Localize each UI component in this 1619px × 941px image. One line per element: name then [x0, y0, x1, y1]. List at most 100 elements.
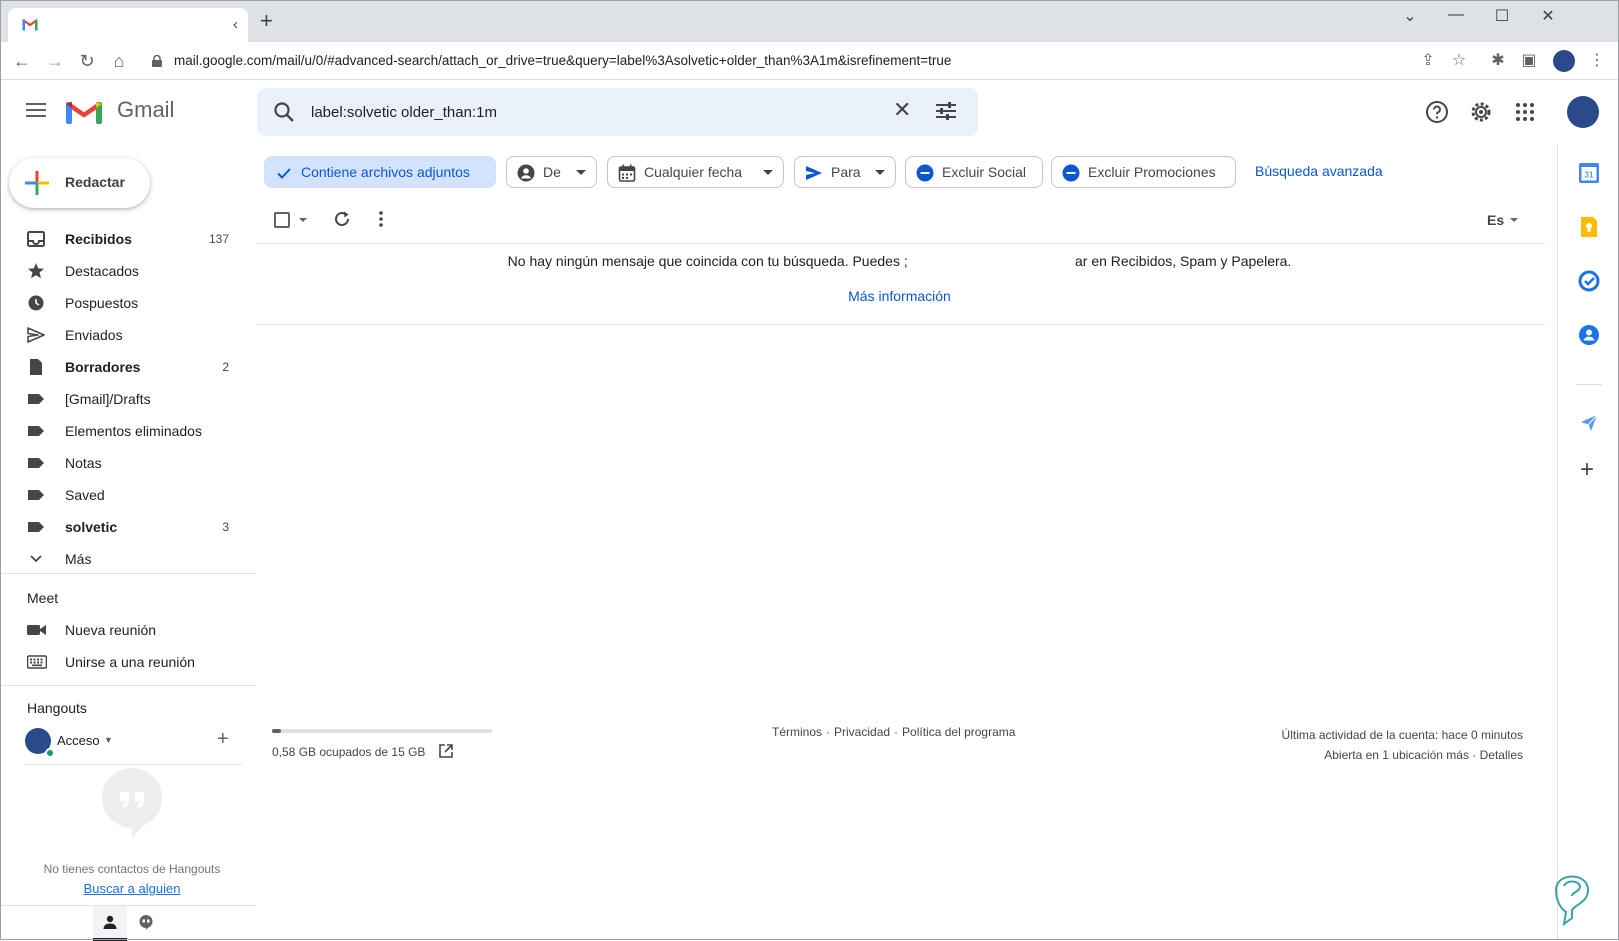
new-tab-button[interactable]: + [260, 10, 273, 32]
compose-button[interactable]: Redactar [9, 158, 150, 208]
extensions-icon[interactable]: ✱ [1487, 51, 1509, 71]
sidebar-item-borradores[interactable]: Borradores 2 [0, 351, 256, 383]
keep-app-icon[interactable] [1578, 216, 1600, 238]
chip-to[interactable]: Para [794, 156, 896, 188]
select-options-caret-icon[interactable] [299, 218, 307, 222]
browser-tab-gmail[interactable]: ‹ [8, 8, 248, 42]
share-icon[interactable]: ⇪ [1417, 51, 1439, 71]
separator: · [894, 725, 899, 739]
conversations-tab[interactable] [129, 906, 163, 941]
clear-search-icon[interactable]: ✕ [893, 97, 911, 123]
send-addon-icon[interactable] [1578, 412, 1600, 434]
inbox-icon [27, 231, 45, 247]
toolbar-divider [257, 243, 1545, 244]
join-meeting-label: Unirse a una reunión [65, 654, 195, 670]
join-meeting-button[interactable]: Unirse a una reunión [0, 646, 256, 678]
svg-text:31: 31 [1585, 171, 1594, 180]
bookmark-star-icon[interactable]: ☆ [1448, 51, 1470, 71]
sidebar-item-gmail-drafts[interactable]: [Gmail]/Drafts [0, 383, 256, 415]
sidebar-item-enviados[interactable]: Enviados [0, 319, 256, 351]
chip-exclude-promotions[interactable]: Excluir Promociones [1051, 156, 1236, 188]
new-conversation-plus-icon[interactable]: + [217, 728, 229, 751]
program-policy-link[interactable]: Política del programa [902, 725, 1015, 739]
sidebar-item-elementos-eliminados[interactable]: Elementos eliminados [0, 415, 256, 447]
main-menu-icon[interactable] [26, 103, 46, 117]
send-icon [806, 166, 822, 180]
minimize-icon[interactable]: — [1433, 6, 1479, 24]
advanced-search-link[interactable]: Búsqueda avanzada [1255, 163, 1383, 179]
account-avatar[interactable] [1567, 96, 1599, 128]
sidebar-item-mas[interactable]: Más [0, 543, 256, 575]
dropdown-caret-icon [875, 170, 885, 175]
chip-exclude-social[interactable]: Excluir Social [905, 156, 1043, 188]
contacts-app-icon[interactable] [1578, 324, 1600, 346]
more-info-link[interactable]: Más información [257, 288, 1542, 304]
sidebar-item-label: Recibidos [65, 231, 132, 247]
help-icon[interactable] [1425, 100, 1449, 124]
back-arrow-icon[interactable]: ← [10, 50, 34, 72]
sidebar-item-label: Borradores [65, 359, 141, 375]
address-bar[interactable]: mail.google.com/mail/u/0/#advanced-searc… [174, 53, 951, 68]
sidebar-item-destacados[interactable]: Destacados [0, 255, 256, 287]
clock-icon [28, 295, 44, 311]
reload-icon[interactable]: ↻ [75, 50, 99, 72]
side-panel-icon[interactable]: ▣ [1518, 51, 1540, 71]
chip-label: Excluir Social [942, 164, 1027, 180]
input-language-selector[interactable]: Es [1487, 212, 1504, 228]
search-input[interactable] [311, 100, 871, 124]
add-addons-plus-icon[interactable]: + [1580, 456, 1594, 484]
hangouts-empty-text: No tienes contactos de Hangouts [43, 862, 221, 876]
find-someone-link[interactable]: Buscar a alguien [0, 881, 264, 896]
browser-menu-icon[interactable]: ⋮ [1586, 51, 1608, 71]
sidebar-item-label: Destacados [65, 263, 139, 279]
sidebar-divider [0, 685, 256, 686]
dropdown-caret-icon [576, 170, 586, 175]
external-link-icon[interactable] [439, 744, 453, 758]
more-options-icon[interactable] [378, 210, 384, 228]
hangouts-user-name[interactable]: Acceso [57, 733, 100, 748]
sidebar-item-saved[interactable]: Saved [0, 479, 256, 511]
apps-grid-icon[interactable] [1513, 100, 1537, 124]
sidebar-item-pospuestos[interactable]: Pospuestos [0, 287, 256, 319]
minus-circle-icon [1062, 164, 1080, 182]
close-window-icon[interactable]: ✕ [1525, 6, 1571, 26]
new-meeting-button[interactable]: Nueva reunión [0, 614, 256, 646]
label-icon [28, 394, 44, 404]
compose-label: Redactar [65, 174, 125, 190]
tab-scroll-left-icon[interactable]: ‹ [233, 16, 238, 33]
lock-icon[interactable] [152, 55, 162, 67]
chip-any-date[interactable]: Cualquier fecha [607, 156, 784, 188]
chip-from[interactable]: De [506, 156, 597, 188]
terms-link[interactable]: Términos [772, 725, 822, 739]
refresh-icon[interactable] [333, 210, 351, 228]
settings-gear-icon[interactable] [1469, 100, 1493, 124]
chip-has-attachments[interactable]: Contiene archivos adjuntos [264, 156, 496, 188]
keyboard-icon [27, 655, 47, 669]
browser-profile-avatar[interactable] [1553, 50, 1575, 72]
tab-search-icon[interactable]: ⌄ [1387, 6, 1433, 26]
maximize-icon[interactable]: ☐ [1479, 6, 1525, 26]
search-icon[interactable] [273, 101, 295, 123]
contacts-tab[interactable] [93, 906, 127, 941]
chip-label: Contiene archivos adjuntos [301, 164, 470, 180]
select-all-checkbox[interactable] [274, 212, 290, 228]
chevron-down-icon [30, 555, 42, 563]
search-bar: ✕ [257, 88, 978, 136]
tasks-app-icon[interactable] [1578, 270, 1600, 292]
language-caret-icon[interactable] [1510, 218, 1518, 222]
home-icon[interactable]: ⌂ [107, 50, 131, 72]
activity-details-link[interactable]: Abierta en 1 ubicación más · Detalles [1282, 745, 1523, 765]
sidebar-item-recibidos[interactable]: Recibidos 137 [0, 223, 256, 255]
forward-arrow-icon[interactable]: → [43, 50, 67, 72]
hangouts-quote-bubble-icon [102, 768, 162, 838]
sidebar-item-notas[interactable]: Notas [0, 447, 256, 479]
storage-usage-bar [272, 729, 492, 733]
search-options-icon[interactable] [936, 102, 956, 120]
gmail-logo-icon[interactable] [66, 98, 102, 124]
sidebar-item-solvetic[interactable]: solvetic 3 [0, 511, 256, 543]
status-caret-icon[interactable]: ▼ [104, 735, 113, 745]
draft-icon [30, 359, 42, 375]
privacy-link[interactable]: Privacidad [834, 725, 890, 739]
calendar-app-icon[interactable]: 31 [1578, 162, 1600, 184]
footer-links: Términos · Privacidad · Política del program… [772, 725, 1015, 739]
